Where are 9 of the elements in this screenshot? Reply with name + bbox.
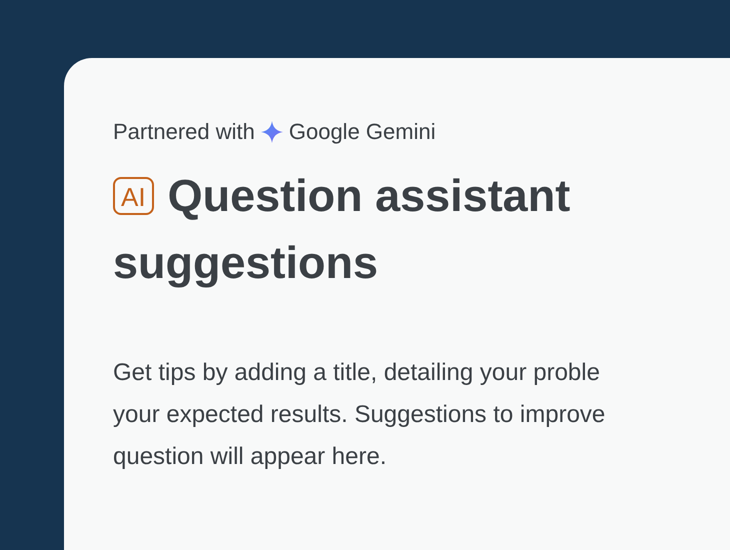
brand-name: Google Gemini (288, 119, 436, 145)
description-line: Get tips by adding a title, detailing your proble (113, 358, 601, 388)
sparkle-icon (260, 121, 283, 143)
heading-line: Question assistant (168, 170, 570, 222)
partner-label: Partnered with (113, 119, 255, 145)
heading-line: suggestions (113, 236, 378, 288)
description-line: your expected results. Suggestions to improve (113, 400, 606, 430)
description-line: question will appear here. (113, 442, 388, 472)
ai-badge: AI (113, 176, 154, 214)
